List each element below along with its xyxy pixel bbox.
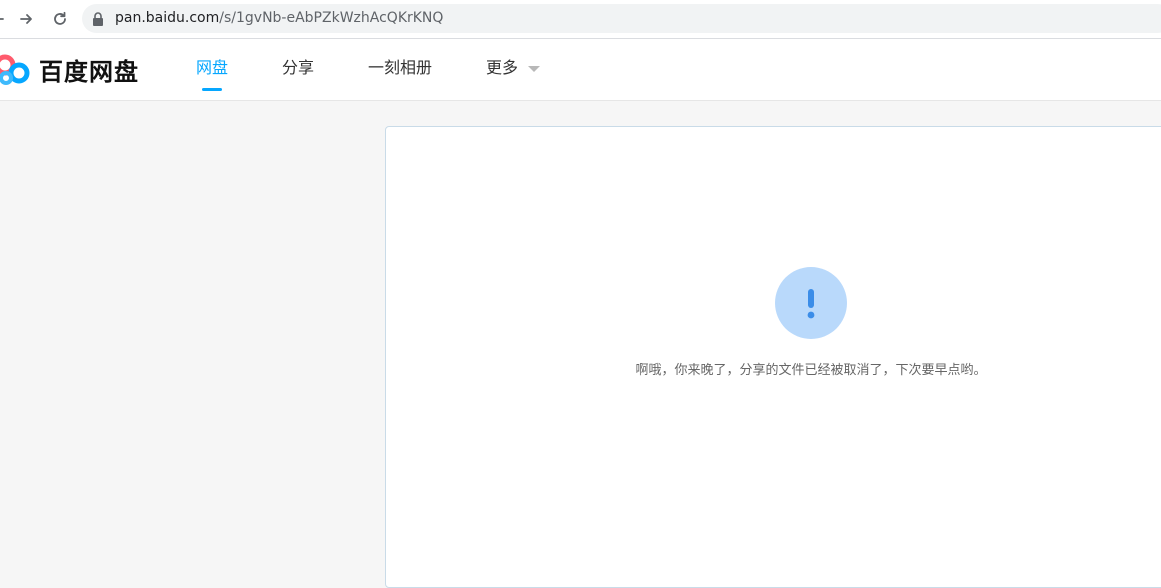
forward-arrow-icon[interactable] [14, 7, 38, 31]
baidu-netdisk-logo[interactable]: 百度网盘 [0, 52, 139, 86]
browser-toolbar: pan.baidu.com/s/1gvNb-eAbPZkWzhAcQKrKNQ [0, 0, 1161, 39]
content-panel: 啊哦，你来晚了，分享的文件已经被取消了，下次要早点哟。 [385, 126, 1161, 588]
expired-share-message: 啊哦，你来晚了，分享的文件已经被取消了，下次要早点哟。 [635, 363, 987, 378]
nav-album[interactable]: 一刻相册 [368, 39, 432, 100]
nav-share[interactable]: 分享 [282, 39, 314, 100]
nav-more[interactable]: 更多 [486, 39, 541, 100]
active-nav-indicator [202, 88, 222, 91]
address-bar[interactable]: pan.baidu.com/s/1gvNb-eAbPZkWzhAcQKrKNQ [82, 4, 1161, 33]
reload-icon[interactable] [48, 7, 72, 31]
url-text: pan.baidu.com/s/1gvNb-eAbPZkWzhAcQKrKNQ [115, 4, 443, 33]
logo-text: 百度网盘 [39, 57, 139, 86]
url-path: /s/1gvNb-eAbPZkWzhAcQKrKNQ [219, 10, 444, 26]
lock-icon [93, 12, 103, 26]
nav-wangpan[interactable]: 网盘 [196, 39, 228, 100]
nav-more-label: 更多 [486, 58, 519, 77]
site-header: 百度网盘 网盘 分享 一刻相册 更多 [0, 39, 1161, 101]
back-arrow-icon[interactable] [0, 7, 10, 31]
url-host: pan.baidu.com [115, 10, 220, 26]
exclamation-icon [775, 267, 847, 339]
logo-mark-icon [0, 54, 30, 85]
caret-down-icon [528, 65, 541, 72]
nav-wangpan-label: 网盘 [196, 58, 229, 77]
nav-album-label: 一刻相册 [368, 58, 433, 77]
nav-share-label: 分享 [282, 58, 315, 77]
